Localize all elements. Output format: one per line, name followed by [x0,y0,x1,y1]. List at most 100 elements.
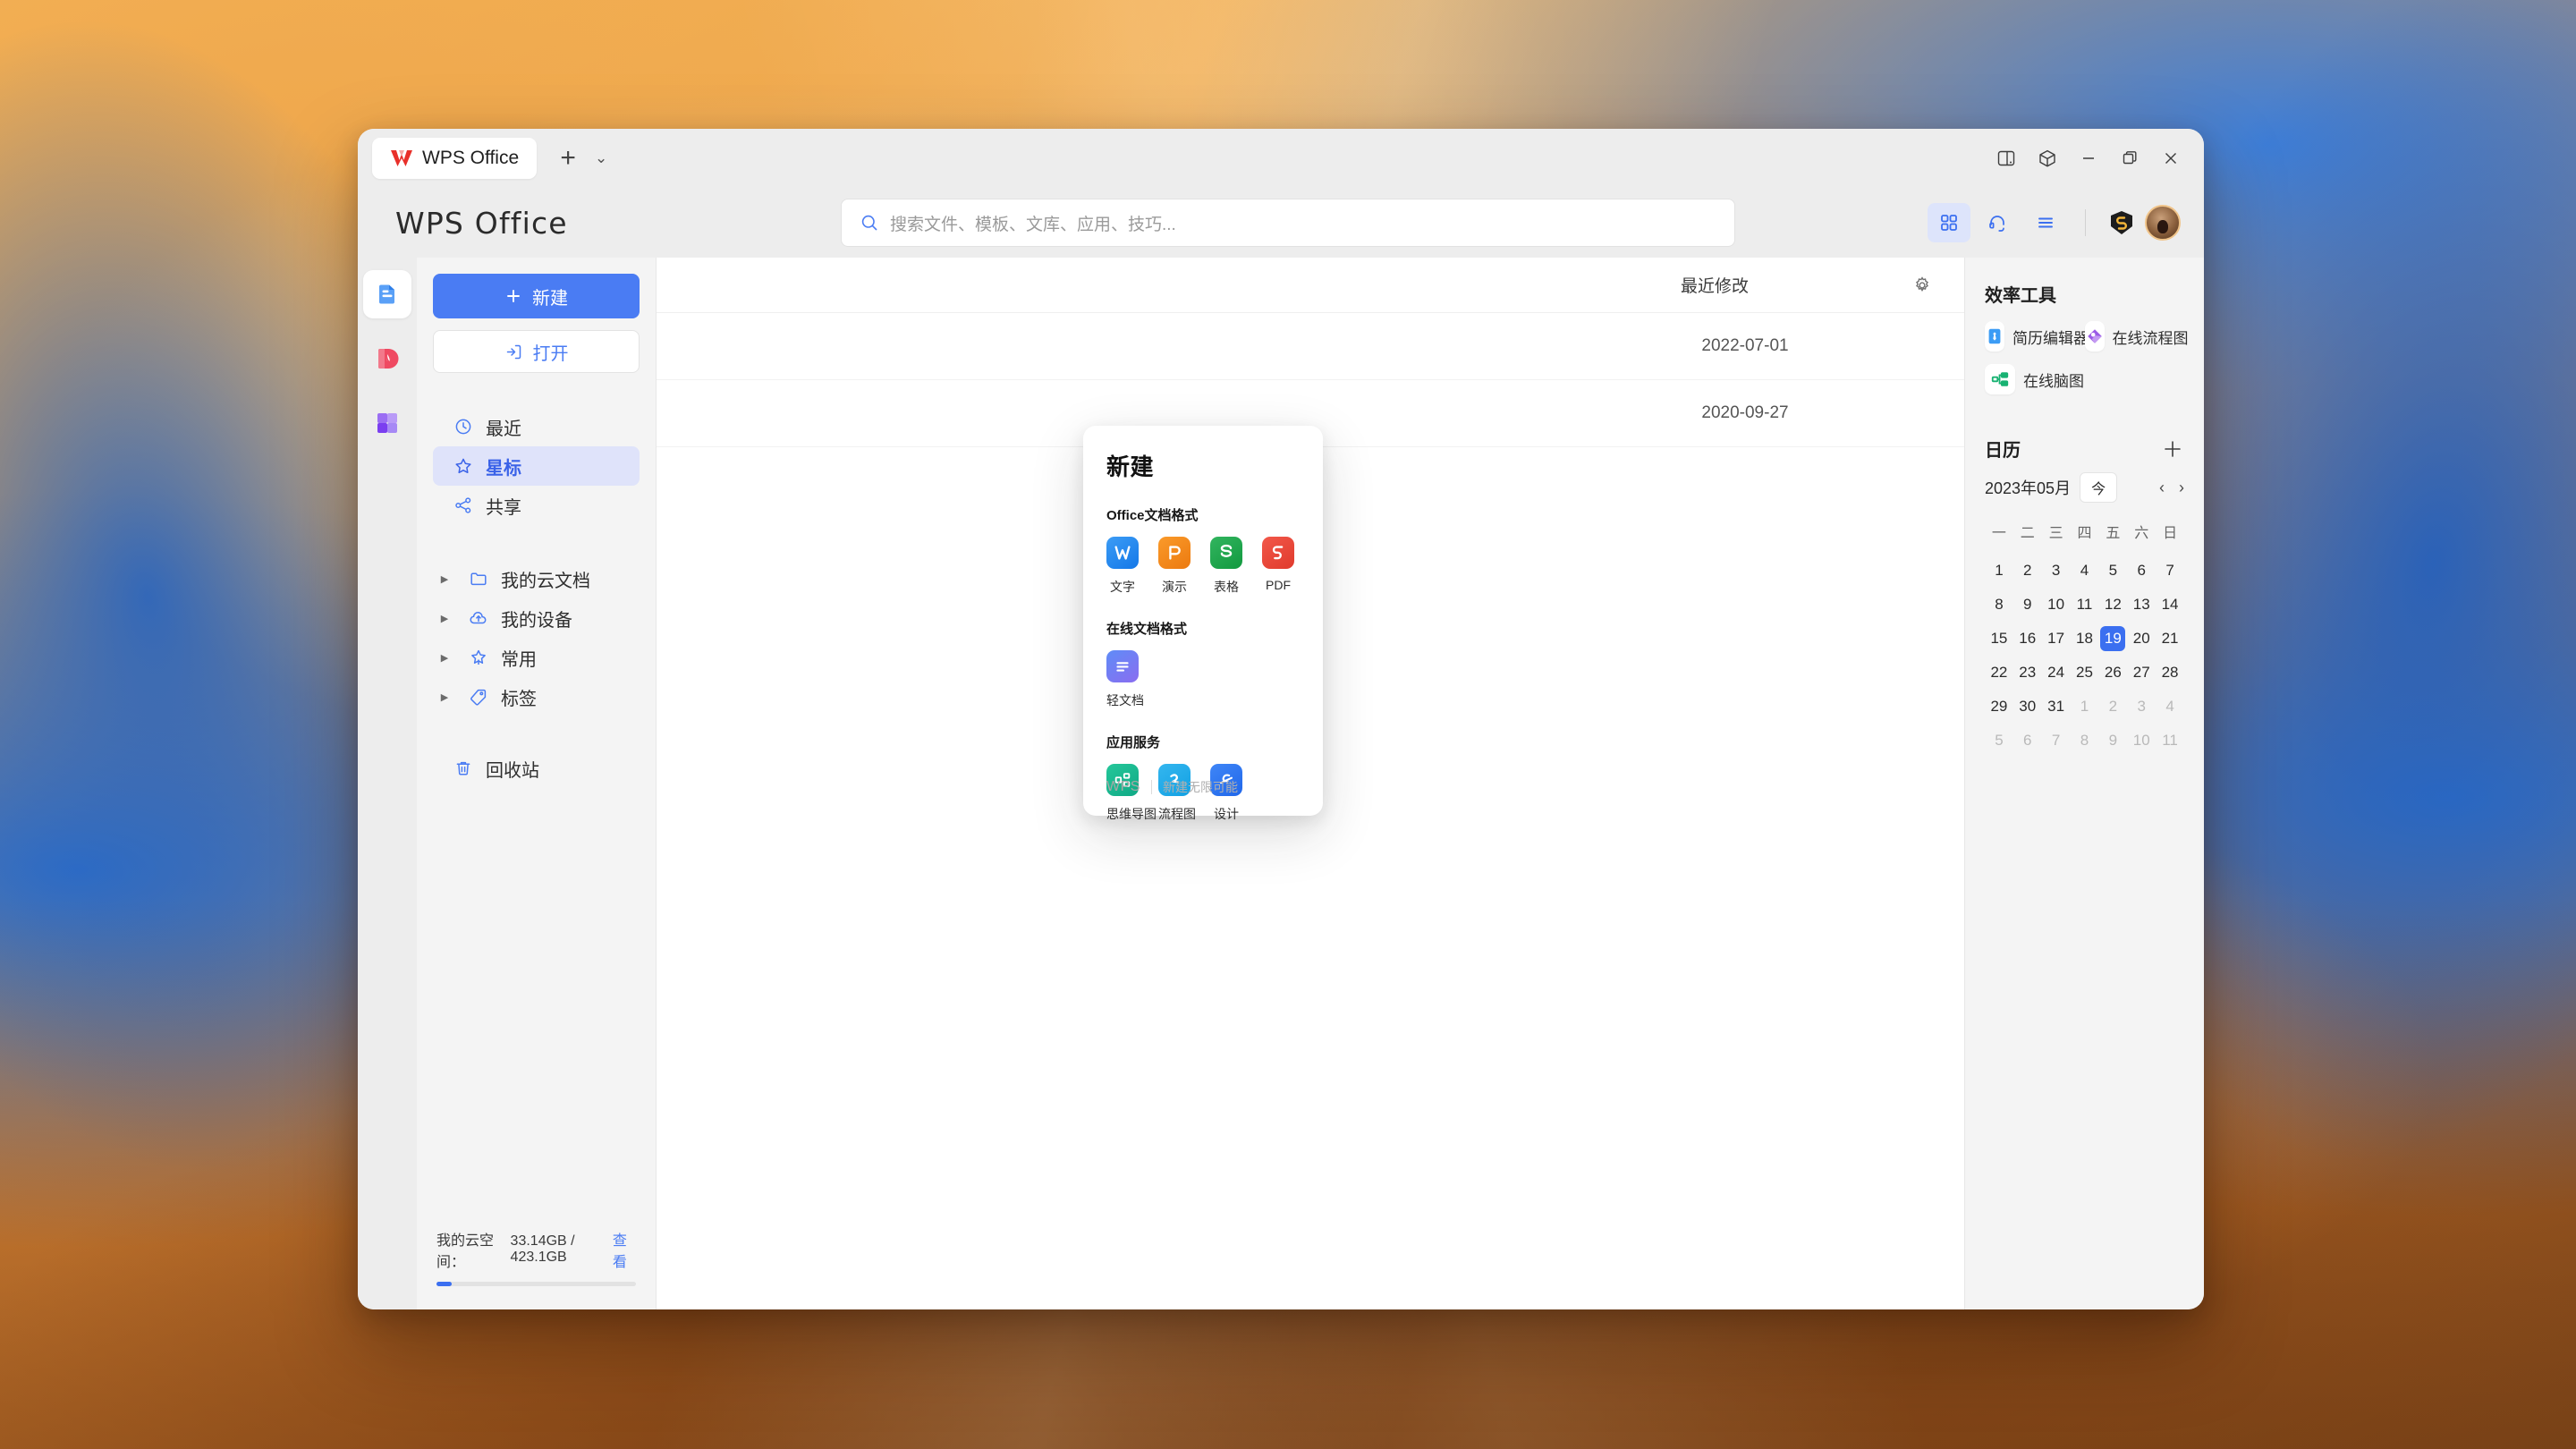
open-document-button[interactable]: 打开 [433,330,640,373]
new-light-doc-item[interactable]: 轻文档 [1106,650,1144,709]
table-row[interactable]: 2022-07-01 [657,313,1964,380]
close-button[interactable] [2150,140,2191,176]
calendar-day[interactable]: 2 [2098,694,2127,719]
tool-online-mindmap[interactable]: 在线脑图 [1985,364,2085,394]
new-tab-button[interactable]: + [555,145,581,172]
calendar-day[interactable]: 31 [2042,694,2071,719]
tab-list-chevron-icon[interactable]: ⌄ [590,149,612,167]
calendar-day[interactable]: 20 [2127,626,2156,651]
new-writer-item[interactable]: 文字 [1106,537,1139,596]
rail-item-docs[interactable] [363,270,411,318]
menu-icon[interactable] [2024,203,2067,242]
calendar-day[interactable]: 8 [1985,592,2013,617]
tool-label: 简历编辑器 [2012,329,2089,347]
calendar-day[interactable]: 8 [2071,728,2099,753]
calendar-day[interactable]: 15 [1985,626,2013,651]
expand-triangle-icon[interactable]: ▶ [433,691,456,703]
calendar-day[interactable]: 13 [2127,592,2156,617]
calendar-day[interactable]: 4 [2071,558,2099,583]
sidebar-item-my-devices[interactable]: ▶ 我的设备 [433,598,640,638]
calendar-day[interactable]: 28 [2156,660,2184,685]
rail-item-pdf[interactable] [363,335,411,383]
calendar-day[interactable]: 17 [2042,626,2071,651]
calendar-day[interactable]: 26 [2098,660,2127,685]
search-input[interactable]: 搜索文件、模板、文库、应用、技巧... [841,199,1735,247]
side-panel-icon[interactable] [1986,140,2027,176]
minimize-button[interactable] [2068,140,2109,176]
calendar-day[interactable]: 2 [2013,558,2042,583]
sidebar-item-frequent[interactable]: ▶ 常用 [433,638,640,677]
app-header: WPS Office 搜索文件、模板、文库、应用、技巧... [358,188,2204,258]
calendar-day[interactable]: 1 [2071,694,2099,719]
sidebar-item-trash[interactable]: 回收站 [433,749,640,788]
sidebar-item-shared[interactable]: 共享 [433,486,640,525]
app-rail [358,258,417,1309]
header-divider [2085,209,2086,236]
expand-triangle-icon[interactable]: ▶ [433,652,456,664]
calendar-day[interactable]: 3 [2127,694,2156,719]
sidebar-item-my-cloud-docs[interactable]: ▶ 我的云文档 [433,559,640,598]
calendar-day[interactable]: 29 [1985,694,2013,719]
calendar-next-button[interactable]: › [2179,479,2184,497]
headset-support-icon[interactable] [1976,203,2019,242]
cloud-storage-progress [436,1282,636,1286]
calendar-day[interactable]: 7 [2156,558,2184,583]
gear-icon[interactable] [1907,275,1937,295]
expand-triangle-icon[interactable]: ▶ [433,573,456,585]
expand-triangle-icon[interactable]: ▶ [433,613,456,624]
sidebar-tree-nav: ▶ 我的云文档 ▶ 我的设备 ▶ 常用 ▶ 标签 [433,559,640,716]
new-pdf-item[interactable]: PDF [1262,537,1294,596]
calendar-day[interactable]: 5 [1985,728,2013,753]
docs-app-icon [379,284,394,304]
calendar-day[interactable]: 3 [2042,558,2071,583]
calendar-day[interactable]: 6 [2127,558,2156,583]
cube-icon[interactable] [2027,140,2068,176]
calendar-day[interactable]: 23 [2013,660,2042,685]
avatar[interactable] [2145,205,2181,241]
calendar-day[interactable]: 16 [2013,626,2042,651]
shield-badge-icon[interactable] [2104,205,2140,241]
calendar-day[interactable]: 4 [2156,694,2184,719]
rail-item-apps[interactable] [363,399,411,447]
apps-grid-icon[interactable] [1928,203,1970,242]
new-document-popup: 新建 Office文档格式 文字 演示 表格 PDF 在线文档格式 轻文档 应用… [1083,426,1323,821]
calendar-day[interactable]: 24 [2042,660,2071,685]
calendar-day[interactable]: 11 [2071,592,2099,617]
sidebar-item-starred[interactable]: 星标 [433,446,640,486]
calendar-day[interactable]: 18 [2071,626,2099,651]
calendar-day[interactable]: 14 [2156,592,2184,617]
calendar-day[interactable]: 10 [2042,592,2071,617]
new-flowchart-label: 流程图 [1158,807,1196,821]
calendar-today-button[interactable]: 今 [2080,472,2118,503]
tab-wps-office[interactable]: WPS Office [372,138,538,179]
calendar-day[interactable]: 9 [2013,592,2042,617]
calendar-day[interactable]: 5 [2098,558,2127,583]
calendar-day[interactable]: 30 [2013,694,2042,719]
calendar-day[interactable]: 22 [1985,660,2013,685]
calendar-prev-button[interactable]: ‹ [2159,479,2165,497]
calendar-day[interactable]: 9 [2098,728,2127,753]
calendar-day-today[interactable]: 19 [2098,626,2127,651]
file-list-header: 最近修改 [657,258,1964,313]
sidebar-item-tags[interactable]: ▶ 标签 [433,677,640,716]
calendar-day[interactable]: 11 [2156,728,2184,753]
calendar-day[interactable]: 1 [1985,558,2013,583]
calendar-day[interactable]: 12 [2098,592,2127,617]
tool-online-flowchart[interactable]: 在线流程图 [2084,321,2189,352]
sidebar-item-label: 回收站 [486,760,539,781]
calendar-day[interactable]: 21 [2156,626,2184,651]
calendar-day[interactable]: 6 [2013,728,2042,753]
cloud-storage-view-link[interactable]: 查看 [613,1228,636,1271]
calendar-day[interactable]: 10 [2127,728,2156,753]
maximize-button[interactable] [2109,140,2150,176]
plus-icon[interactable] [2161,437,2184,461]
tool-resume-editor[interactable]: 简历编辑器 [1985,321,2089,352]
row-modified: 2022-07-01 [1701,336,1789,355]
calendar-day[interactable]: 7 [2042,728,2071,753]
new-presentation-item[interactable]: 演示 [1158,537,1191,596]
new-document-button[interactable]: 新建 [433,274,640,318]
sidebar-item-recent[interactable]: 最近 [433,407,640,446]
calendar-day[interactable]: 27 [2127,660,2156,685]
calendar-day[interactable]: 25 [2071,660,2099,685]
new-spreadsheet-item[interactable]: 表格 [1210,537,1242,596]
